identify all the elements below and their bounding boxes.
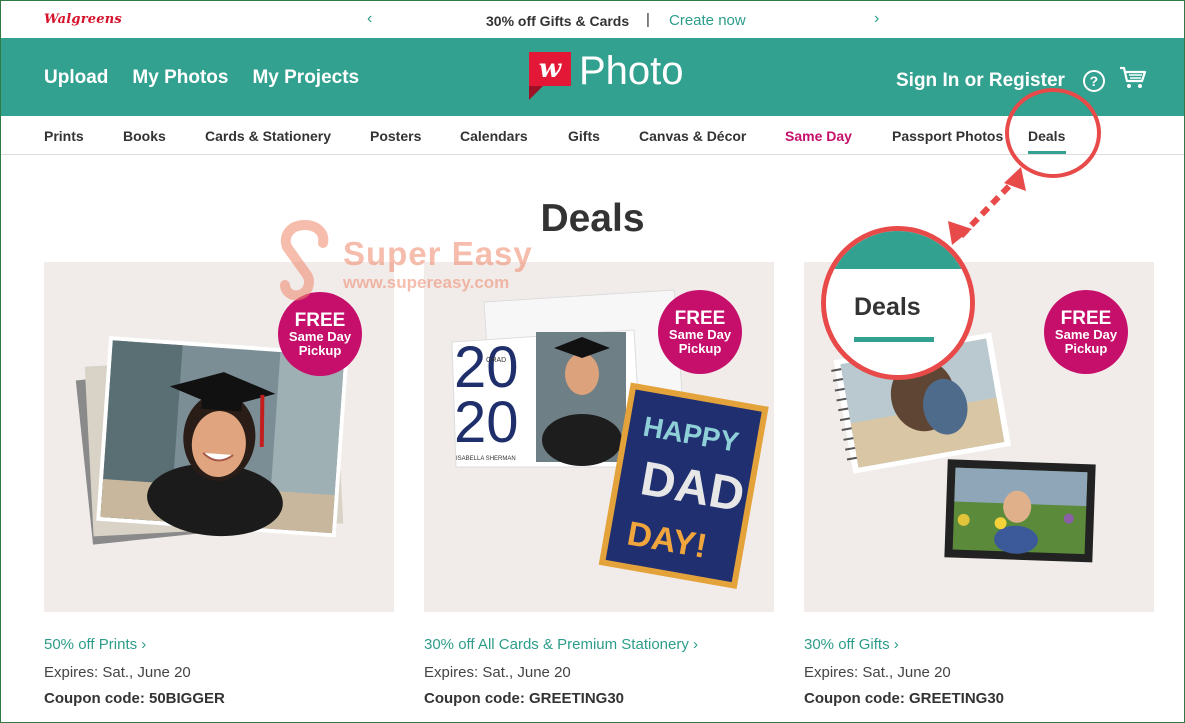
promo-prev-arrow[interactable]: ‹ xyxy=(367,10,372,28)
supereasy-logo-icon xyxy=(280,220,329,301)
deal-card-cards-stationery: 20 20 GRAD ISABELLA SHERMAN HAPPY DAD DA… xyxy=(424,262,774,707)
category-calendars[interactable]: Calendars xyxy=(460,128,528,144)
help-icon[interactable]: ? xyxy=(1082,69,1105,92)
deal-coupon-code: Coupon code: 50BIGGER xyxy=(44,690,225,707)
deal-card-prints: FREE Same Day Pickup 50% off Prints › Ex… xyxy=(44,262,394,707)
photo-brand-logo[interactable]: w Photo xyxy=(529,49,684,102)
deal-link-cards[interactable]: 30% off All Cards & Premium Stationery › xyxy=(424,636,774,653)
walgreens-logo[interactable]: Walgreens xyxy=(44,12,122,27)
deal-coupon-code: Coupon code: GREETING30 xyxy=(424,690,625,707)
svg-text:GRAD: GRAD xyxy=(486,357,506,364)
category-cards-stationery[interactable]: Cards & Stationery xyxy=(205,128,331,144)
promo-separator: | xyxy=(646,11,650,28)
framed-photo xyxy=(944,459,1096,563)
category-canvas-decor[interactable]: Canvas & Décor xyxy=(639,128,746,144)
promo-create-now-link[interactable]: Create now xyxy=(669,12,746,29)
nav-my-photos[interactable]: My Photos xyxy=(132,67,228,89)
promo-next-arrow[interactable]: › xyxy=(874,10,879,28)
nav-upload[interactable]: Upload xyxy=(44,67,108,89)
deal-expires: Expires: Sat., June 20 xyxy=(804,664,951,681)
brand-word: Photo xyxy=(579,49,684,93)
category-posters[interactable]: Posters xyxy=(370,128,421,144)
deal-expires: Expires: Sat., June 20 xyxy=(44,664,191,681)
watermark-name: Super Easy xyxy=(343,235,533,272)
deal-image-cards[interactable]: 20 20 GRAD ISABELLA SHERMAN HAPPY DAD DA… xyxy=(424,262,774,612)
zoom-deals-underline xyxy=(854,337,934,342)
cart-icon[interactable] xyxy=(1119,66,1147,95)
category-nav: Prints Books Cards & Stationery Posters … xyxy=(1,116,1184,155)
grad-2020-text: 20 20 GRAD ISABELLA SHERMAN xyxy=(454,335,519,462)
free-same-day-pickup-badge: FREE Same Day Pickup xyxy=(658,290,742,374)
deal-coupon-code: Coupon code: GREETING30 xyxy=(804,690,1005,707)
deal-link-gifts[interactable]: 30% off Gifts › xyxy=(804,636,1154,653)
deals-zoom-callout: Deals xyxy=(821,226,975,380)
supereasy-watermark: Super Easy www.supereasy.com xyxy=(277,219,532,308)
sign-in-register-link[interactable]: Sign In or Register xyxy=(896,70,1065,92)
svg-text:20: 20 xyxy=(454,390,519,455)
zoom-deals-label: Deals xyxy=(854,293,921,321)
header-account: Sign In or Register ? xyxy=(896,66,1147,95)
watermark-url: www.supereasy.com xyxy=(343,273,510,292)
promo-message: 30% off Gifts & Cards xyxy=(486,13,630,29)
category-prints[interactable]: Prints xyxy=(44,128,84,144)
main-header: Upload My Photos My Projects w Photo Sig… xyxy=(1,38,1184,116)
category-books[interactable]: Books xyxy=(123,128,166,144)
walgreens-w-icon: w xyxy=(529,52,571,102)
active-tab-indicator xyxy=(1028,151,1066,154)
category-passport-photos[interactable]: Passport Photos xyxy=(892,128,1003,144)
svg-text:ISABELLA SHERMAN: ISABELLA SHERMAN xyxy=(456,456,516,462)
deal-expires: Expires: Sat., June 20 xyxy=(424,664,571,681)
category-same-day[interactable]: Same Day xyxy=(785,128,852,144)
deal-link-prints[interactable]: 50% off Prints › xyxy=(44,636,394,653)
header-nav: Upload My Photos My Projects xyxy=(44,67,359,89)
category-deals[interactable]: Deals xyxy=(1028,128,1065,144)
promo-bar: Walgreens ‹ 30% off Gifts & Cards | Crea… xyxy=(1,1,1184,38)
category-gifts[interactable]: Gifts xyxy=(568,128,600,144)
nav-my-projects[interactable]: My Projects xyxy=(252,67,359,89)
deal-image-prints[interactable]: FREE Same Day Pickup xyxy=(44,262,394,612)
free-same-day-pickup-badge: FREE Same Day Pickup xyxy=(1044,290,1128,374)
